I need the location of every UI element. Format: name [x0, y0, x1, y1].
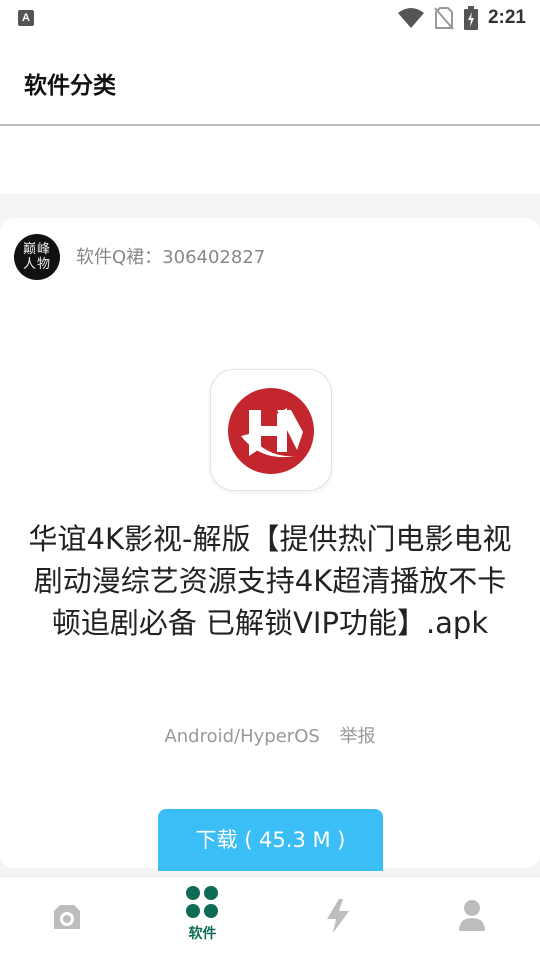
status-icons: 2:21: [397, 6, 526, 30]
report-link[interactable]: 举报: [340, 726, 376, 747]
tab-flash[interactable]: [270, 877, 405, 961]
tab-software[interactable]: 软件: [135, 877, 270, 961]
status-bar: A 2:21: [0, 0, 540, 36]
download-button[interactable]: 下载 ( 45.3 M ): [158, 809, 383, 871]
no-sim-icon: [434, 7, 454, 30]
bottom-tab-bar: 软件: [0, 876, 540, 961]
avatar[interactable]: 巅峰 人物: [14, 234, 60, 280]
page-header: 软件分类: [0, 36, 540, 126]
avatar-text-bottom: 人物: [22, 257, 51, 272]
camera-icon: [54, 905, 80, 929]
app-icon[interactable]: [210, 369, 332, 491]
wifi-icon: [397, 8, 424, 28]
tab-software-label: 软件: [188, 926, 217, 942]
header-spacer: [0, 126, 540, 194]
avatar-text-top: 巅峰: [22, 242, 51, 257]
app-title: 华谊4K影视-解版【提供热门电影电视剧动漫综艺资源支持4K超清播放不卡顿追剧必备…: [28, 522, 512, 640]
battery-charging-icon: [463, 6, 478, 30]
post-meta: Android/HyperOS 举报: [0, 722, 540, 748]
a-keyboard-icon: A: [18, 10, 34, 26]
platform-label: Android/HyperOS: [164, 726, 320, 747]
tab-profile[interactable]: [405, 877, 540, 961]
lightning-icon: [327, 899, 349, 933]
hv-logo-icon: [228, 388, 314, 474]
person-icon: [459, 900, 485, 931]
tab-home[interactable]: [0, 877, 135, 961]
uploader-info: 软件Q裙：306402827: [76, 247, 266, 268]
status-time: 2:21: [487, 7, 526, 28]
grid-icon: [186, 886, 218, 918]
page-title: 软件分类: [24, 73, 116, 99]
